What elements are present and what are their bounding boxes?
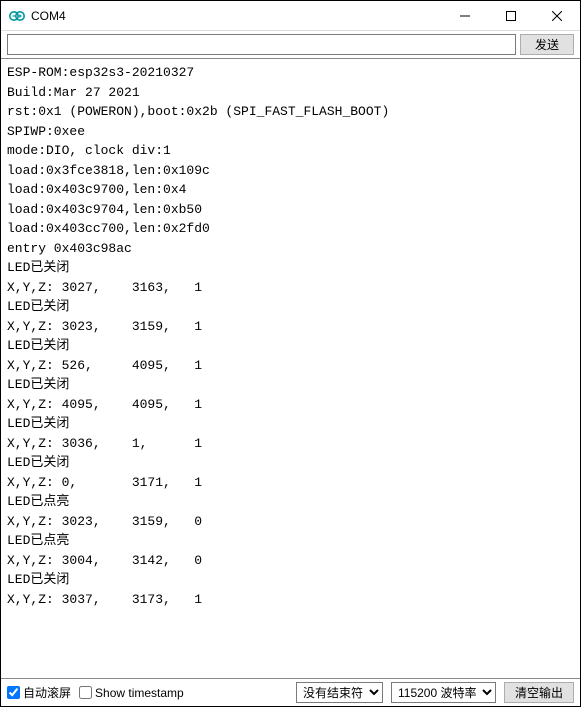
autoscroll-check-input[interactable] [7,686,20,699]
send-toolbar: 发送 [1,31,580,59]
minimize-button[interactable] [442,1,488,30]
maximize-button[interactable] [488,1,534,30]
autoscroll-label: 自动滚屏 [23,684,71,701]
timestamp-checkbox[interactable]: Show timestamp [79,686,184,700]
timestamp-label: Show timestamp [95,686,184,700]
titlebar: COM4 [1,1,580,31]
close-button[interactable] [534,1,580,30]
window-title: COM4 [31,9,442,23]
arduino-icon [9,8,25,24]
timestamp-check-input[interactable] [79,686,92,699]
serial-output[interactable]: ESP-ROM:esp32s3-20210327 Build:Mar 27 20… [1,59,580,678]
baud-rate-select[interactable]: 115200 波特率 [391,682,496,703]
clear-output-button[interactable]: 清空输出 [504,682,574,703]
autoscroll-checkbox[interactable]: 自动滚屏 [7,684,71,701]
footer-bar: 自动滚屏 Show timestamp 没有结束符 115200 波特率 清空输… [1,678,580,706]
send-button[interactable]: 发送 [520,34,574,55]
app-window: COM4 发送 ESP-ROM:esp32s3-20210327 Build:M… [0,0,581,707]
send-input[interactable] [7,34,516,55]
window-controls [442,1,580,30]
line-ending-select[interactable]: 没有结束符 [296,682,383,703]
